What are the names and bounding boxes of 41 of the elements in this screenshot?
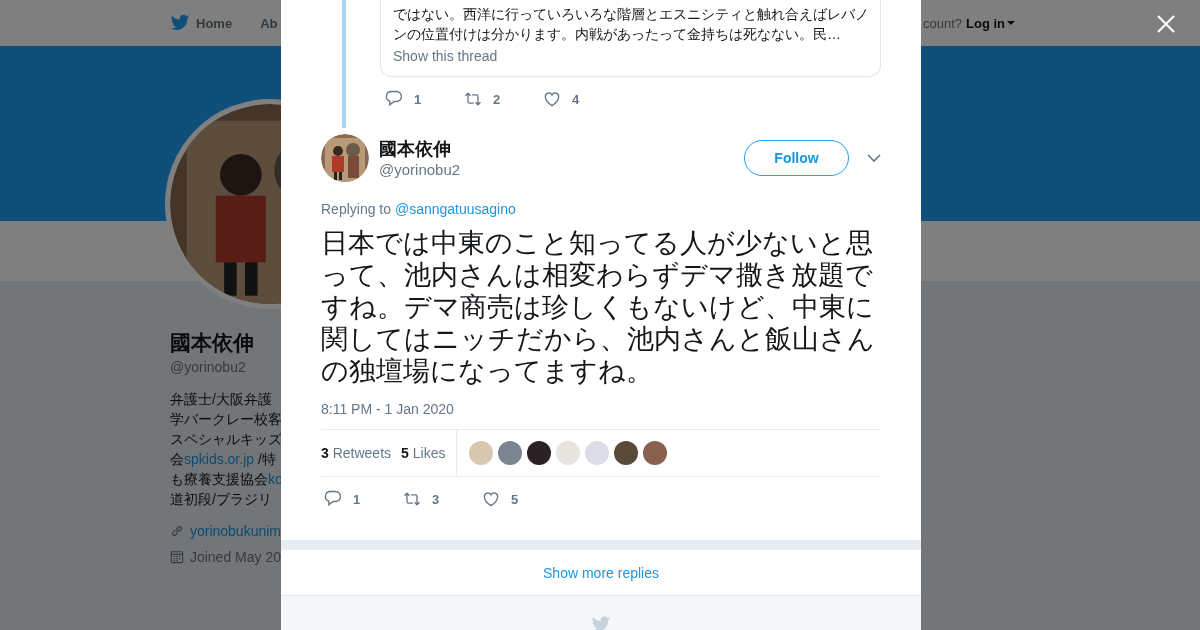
reply-count: 1	[353, 491, 361, 507]
author-name: 國本依伸	[379, 138, 452, 161]
bird-icon	[170, 14, 190, 32]
reply-icon[interactable]	[384, 89, 404, 109]
quoted-tweet-card[interactable]: ではない。西洋に行っていろいろな階層とエスニシティと触れ合えばレバノ ンの位置付けは分かります。内戦があったって金持ちは死なない。民… Show this thread	[380, 0, 881, 77]
show-more-replies-link[interactable]: Show more replies	[543, 564, 659, 581]
bird-icon	[591, 616, 611, 630]
author-handle: @yorinobu2	[379, 161, 461, 178]
profile-name: 國本依伸	[170, 330, 255, 356]
show-thread-link[interactable]: Show this thread	[393, 48, 868, 64]
account-prompt: count?	[922, 15, 962, 31]
chevron-icon[interactable]	[867, 154, 881, 162]
author-avatar	[321, 134, 369, 182]
replying-label: Replying to	[321, 201, 392, 217]
close-icon[interactable]	[1157, 15, 1175, 33]
link-icon	[170, 523, 184, 539]
tweet-text: 日本では中東のこと知ってる人が少ないと思って、池内さんは相変わらずデマ撒き放題ですね。デマ商売は珍しくもないけど、中東に関してはニッチだから、池内さんと飯山さんの独壇場になってますね。	[321, 227, 876, 387]
nav-link[interactable]: Ab	[260, 15, 278, 31]
likes-stat[interactable]: 5 Likes	[401, 445, 446, 461]
like-count: 5	[511, 491, 519, 507]
nav-link[interactable]: Home	[170, 14, 233, 32]
reply-icon[interactable]	[323, 489, 343, 509]
profile-handle: @yorinobu2	[170, 359, 247, 375]
website-link[interactable]: yorinobukunim	[189, 523, 281, 539]
quoted-tweet-text: ではない。西洋に行っていろいろな階層とエスニシティと触れ合えばレバノ ンの位置付けは分かります。内戦があったって金持ちは死なない。民…	[393, 5, 868, 44]
reply-count: 1	[414, 91, 422, 107]
like-count: 4	[572, 91, 580, 107]
heart-icon[interactable]	[542, 89, 562, 109]
calendar-icon	[170, 549, 184, 565]
mention-link[interactable]: @sanngatuusagino	[394, 201, 516, 217]
retweet-count: 2	[493, 91, 501, 107]
retweet-count: 3	[432, 491, 440, 507]
heart-icon[interactable]	[481, 489, 501, 509]
login-link[interactable]: Log in	[966, 15, 1015, 31]
joined-date: Joined May 20	[189, 549, 281, 565]
liker-avatar[interactable]	[527, 441, 552, 465]
retweets-stat[interactable]: 3 Retweets	[321, 445, 392, 461]
liker-avatar[interactable]	[614, 441, 639, 465]
bio-link[interactable]: spkids.or.jp	[184, 451, 255, 467]
follow-button[interactable]: Follow	[744, 140, 849, 176]
tweet-timestamp: 8:11 PM - 1 Jan 2020	[321, 401, 455, 417]
